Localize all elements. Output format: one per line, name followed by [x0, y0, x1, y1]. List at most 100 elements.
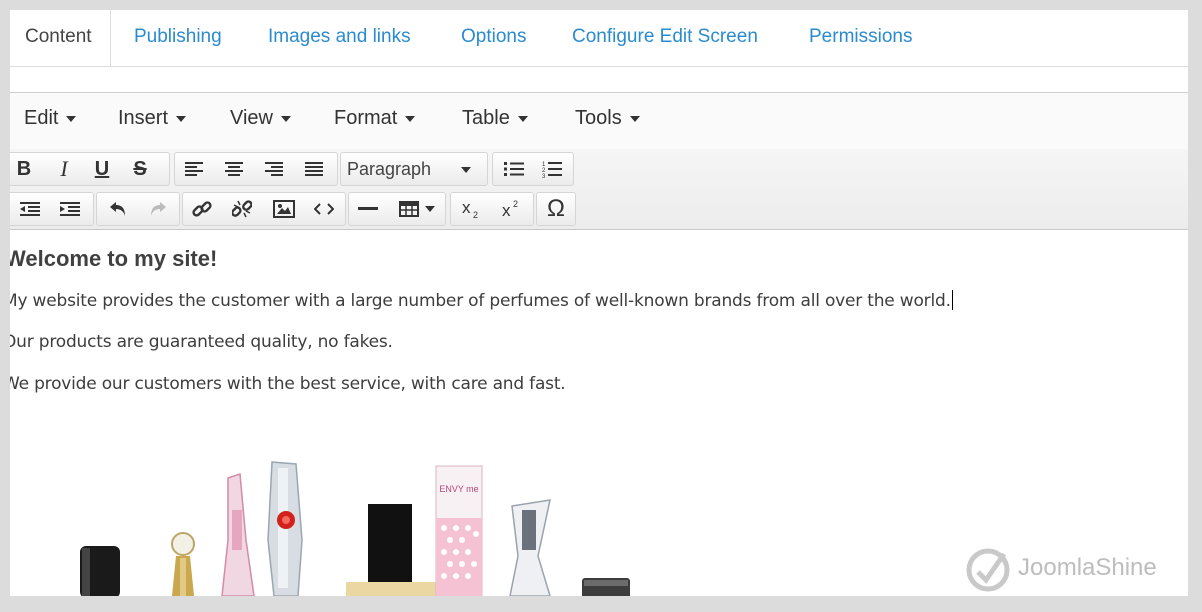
- perfume-image[interactable]: ENVY me: [10, 230, 710, 596]
- link-button[interactable]: [185, 193, 219, 225]
- tab-images-and-links[interactable]: Images and links: [268, 26, 411, 48]
- special-character-icon: Ω: [547, 195, 565, 222]
- outdent-button[interactable]: [13, 193, 47, 225]
- editor-content[interactable]: Welcome to my site! My website provides …: [10, 230, 1188, 596]
- bottle-label: ENVY me: [439, 484, 478, 494]
- insert-group: [182, 192, 346, 226]
- menu-insert[interactable]: Insert: [118, 107, 187, 130]
- editor-toolbar: B I U S Paragraph 1 2 3 x 2 x 2 Ω: [10, 149, 1188, 230]
- superscript-icon: x2: [502, 199, 518, 219]
- menu-edit[interactable]: Edit: [24, 107, 77, 130]
- menu-table-label: Table: [462, 107, 510, 129]
- chevron-down-icon: [176, 115, 187, 122]
- underline-icon: U: [94, 157, 110, 180]
- table-button[interactable]: [393, 193, 441, 225]
- indent-icon: [60, 202, 80, 216]
- bullet-list-button[interactable]: [497, 153, 531, 185]
- svg-text:x: x: [502, 201, 511, 219]
- rule-table-group: [348, 192, 446, 226]
- tab-content[interactable]: Content: [10, 10, 111, 66]
- link-icon: [192, 201, 212, 217]
- bold-icon: B: [16, 157, 32, 180]
- menu-tools-label: Tools: [575, 107, 622, 129]
- joomlashine-watermark: JoomlaShine: [962, 542, 1157, 594]
- align-left-icon: [185, 162, 203, 176]
- numbered-list-icon: 123: [542, 162, 562, 178]
- table-icon: [399, 201, 419, 217]
- undo-button[interactable]: [101, 193, 135, 225]
- align-center-icon: [225, 162, 243, 176]
- text-style-group: B I U S: [10, 152, 170, 186]
- numbered-list-button[interactable]: 123: [535, 153, 569, 185]
- history-group: [96, 192, 180, 226]
- watermark-text: JoomlaShine: [1018, 554, 1157, 581]
- code-icon: [314, 203, 334, 215]
- menu-format[interactable]: Format: [334, 107, 416, 130]
- italic-icon: I: [60, 156, 68, 181]
- menu-insert-label: Insert: [118, 107, 169, 129]
- horizontal-rule-icon: [358, 207, 378, 210]
- svg-text:x: x: [462, 199, 471, 217]
- align-right-icon: [265, 162, 283, 176]
- format-select-value: Paragraph: [341, 153, 487, 185]
- bullet-list-icon: [504, 162, 524, 176]
- undo-icon: [110, 202, 125, 216]
- tab-options[interactable]: Options: [461, 26, 526, 48]
- chevron-down-icon: [405, 115, 416, 122]
- unlink-icon: [232, 200, 252, 218]
- align-justify-button[interactable]: [297, 153, 331, 185]
- align-center-button[interactable]: [217, 153, 251, 185]
- horizontal-rule-button[interactable]: [351, 193, 385, 225]
- code-button[interactable]: [307, 193, 341, 225]
- redo-icon: [151, 202, 166, 216]
- tab-publishing[interactable]: Publishing: [134, 26, 222, 48]
- superscript-button[interactable]: x2: [495, 193, 529, 225]
- image-icon: [273, 200, 295, 218]
- editor-menubar: Edit Insert View Format Table Tools: [10, 92, 1188, 150]
- strikethrough-button[interactable]: S: [123, 153, 157, 185]
- svg-text:2: 2: [513, 199, 518, 209]
- align-justify-icon: [305, 162, 323, 176]
- list-group: 123: [492, 152, 574, 186]
- italic-button[interactable]: I: [47, 153, 81, 185]
- indent-group: [10, 192, 94, 226]
- tab-permissions[interactable]: Permissions: [809, 26, 912, 48]
- chevron-down-icon: [461, 167, 471, 173]
- menu-format-label: Format: [334, 107, 398, 129]
- svg-text:3: 3: [542, 174, 546, 178]
- format-select[interactable]: Paragraph: [340, 152, 488, 186]
- subscript-icon: x2: [462, 199, 478, 219]
- special-character-button[interactable]: Ω: [539, 193, 573, 225]
- chevron-down-icon: [629, 115, 640, 122]
- strikethrough-icon: S: [133, 157, 147, 180]
- chevron-down-icon: [66, 115, 77, 122]
- align-right-button[interactable]: [257, 153, 291, 185]
- alignment-group: [174, 152, 338, 186]
- menu-table[interactable]: Table: [462, 107, 528, 130]
- menu-edit-label: Edit: [24, 107, 59, 129]
- unlink-button[interactable]: [225, 193, 259, 225]
- menu-tools[interactable]: Tools: [575, 107, 640, 130]
- bold-button[interactable]: B: [10, 153, 41, 185]
- redo-button[interactable]: [141, 193, 175, 225]
- editor-frame: Content Publishing Images and links Opti…: [10, 10, 1188, 596]
- joomlashine-logo-icon: [966, 548, 1010, 592]
- format-select-label: Paragraph: [347, 159, 432, 179]
- indent-button[interactable]: [53, 193, 87, 225]
- tab-bar: Content Publishing Images and links Opti…: [10, 10, 1188, 67]
- chevron-down-icon: [517, 115, 528, 122]
- underline-button[interactable]: U: [85, 153, 119, 185]
- outdent-icon: [20, 202, 40, 216]
- script-group: x2 x2: [450, 192, 534, 226]
- svg-text:2: 2: [473, 210, 478, 219]
- menu-view-label: View: [230, 107, 273, 129]
- align-left-button[interactable]: [177, 153, 211, 185]
- text-cursor: [951, 290, 953, 310]
- special-char-group: Ω: [536, 192, 576, 226]
- menu-view[interactable]: View: [230, 107, 291, 130]
- chevron-down-icon: [281, 115, 291, 122]
- image-button[interactable]: [267, 193, 301, 225]
- tab-configure-edit-screen[interactable]: Configure Edit Screen: [572, 26, 758, 48]
- chevron-down-icon: [425, 206, 435, 212]
- subscript-button[interactable]: x2: [455, 193, 489, 225]
